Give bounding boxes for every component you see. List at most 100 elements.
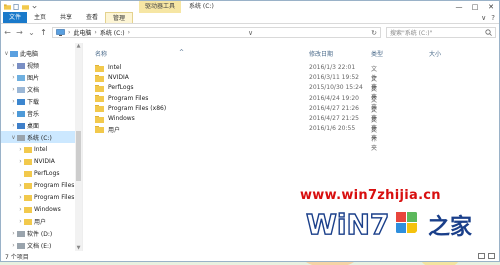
sidebar-item[interactable]: ∨ 系统 (C:) [1, 131, 75, 143]
sidebar-item[interactable]: › 下载 [1, 95, 75, 107]
up-button[interactable]: ↑ [40, 28, 47, 38]
sidebar-item[interactable]: PerfLogs [1, 167, 75, 179]
file-row[interactable]: Windows 2016/4/27 21:25 文件夹 [95, 114, 377, 142]
tab-file[interactable]: 文件 [3, 12, 27, 23]
chevron-down-icon[interactable]: ∨ [10, 134, 17, 141]
file-row[interactable]: PerfLogs 2015/10/30 15:24 文件夹 [95, 83, 377, 111]
sidebar-item-label: 用户 [34, 218, 47, 226]
chevron-down-icon[interactable]: ∨ [3, 50, 10, 57]
chevron-right-icon[interactable]: › [10, 62, 17, 69]
item-count: 7 个项目 [5, 254, 29, 261]
sidebar-item[interactable]: › Windows [1, 203, 75, 215]
breadcrumb-drive-c[interactable]: 系统 (C:) [100, 28, 125, 37]
chevron-right-icon[interactable]: › [10, 242, 17, 249]
chevron-right-icon[interactable]: › [17, 194, 24, 201]
sidebar-item[interactable]: › 文档 [1, 83, 75, 95]
maximize-button[interactable]: □ [467, 1, 483, 13]
ribbon-tabs: 文件 主页 共享 查看 管理 ∨ ? [1, 12, 499, 24]
minimize-button[interactable]: — [451, 1, 467, 13]
breadcrumb-separator-icon: › [127, 29, 131, 36]
window-controls: — □ ✕ [451, 1, 499, 13]
back-button[interactable]: ← [4, 28, 11, 38]
column-name[interactable]: 名称 [95, 49, 107, 58]
chevron-right-icon[interactable]: › [17, 206, 24, 213]
sidebar-item[interactable]: › 视频 [1, 59, 75, 71]
logo-win7-text: WiN7 [306, 208, 389, 241]
expand-ribbon-icon[interactable]: ∨ [481, 14, 486, 22]
windows-flag-icon [396, 212, 417, 233]
refresh-icon[interactable]: ↻ [371, 29, 377, 37]
tab-manage[interactable]: 管理 [105, 12, 134, 23]
large-icons-view-icon[interactable] [488, 253, 495, 259]
file-row[interactable]: Program Files 2016/4/24 19:20 文件夹 [95, 94, 377, 122]
folder-icon [24, 170, 32, 177]
tab-share[interactable]: 共享 [53, 12, 79, 23]
chevron-right-icon[interactable]: › [17, 218, 24, 225]
chevron-right-icon[interactable]: › [17, 158, 24, 165]
breadcrumb-separator-icon: › [68, 29, 71, 36]
sidebar-item[interactable]: › Program Files [1, 179, 75, 191]
chevron-right-icon[interactable]: › [10, 86, 17, 93]
folder-icon [95, 95, 104, 103]
sidebar-item[interactable]: › Program Files [1, 191, 75, 203]
video-folder-icon [17, 62, 25, 69]
sidebar-item-label: 系统 (C:) [27, 134, 52, 142]
sidebar-item[interactable]: › NVIDIA [1, 155, 75, 167]
navigation-pane: ∨ 此电脑 › 视频 › 图片 › 文档 › 下载 › 音乐 › 桌面 ∨ 系统 (C:) › Intel › NVI… [1, 43, 83, 251]
properties-icon[interactable] [13, 4, 20, 10]
scrollbar-thumb[interactable] [76, 131, 81, 181]
chevron-right-icon[interactable]: › [10, 230, 17, 237]
chevron-right-icon[interactable]: › [10, 110, 17, 117]
sidebar-item[interactable]: › 图片 [1, 71, 75, 83]
chevron-right-icon[interactable]: › [10, 74, 17, 81]
file-type: 文件夹 [371, 127, 378, 153]
folder-icon [95, 125, 104, 133]
close-button[interactable]: ✕ [483, 1, 499, 13]
file-row[interactable]: Intel 2016/1/3 22:01 文件夹 [95, 63, 377, 91]
tab-view[interactable]: 查看 [79, 12, 105, 23]
sidebar-item[interactable]: › 桌面 [1, 119, 75, 131]
win7zhijia-logo: WiN7 之家 [305, 206, 473, 242]
folder-icon [24, 206, 32, 213]
sidebar-item-label: PerfLogs [34, 169, 60, 177]
drive-icon [17, 134, 25, 141]
chevron-right-icon[interactable]: › [10, 122, 17, 129]
navigation-pane-scrollbar[interactable]: ▲ ▼ [75, 43, 82, 251]
computer-icon [56, 29, 65, 36]
column-type[interactable]: 类型 [371, 49, 383, 58]
tab-home[interactable]: 主页 [27, 12, 53, 23]
sidebar-item[interactable]: › 用户 [1, 215, 75, 227]
sidebar-item[interactable]: ∨ 此电脑 [1, 47, 75, 59]
folder-icon [24, 218, 32, 225]
file-name: Windows [108, 115, 135, 122]
file-row[interactable]: NVIDIA 2016/3/11 19:52 文件夹 [95, 73, 377, 101]
new-folder-icon[interactable] [22, 4, 29, 10]
search-input[interactable]: 搜索"系统 (C:)" [390, 28, 485, 37]
chevron-right-icon[interactable]: › [17, 182, 24, 189]
computer-icon [10, 50, 18, 57]
file-row[interactable]: 用户 2016/1/6 20:55 文件夹 [95, 124, 377, 152]
chevron-right-icon[interactable]: › [17, 146, 24, 153]
sidebar-item[interactable]: › 软件 (D:) [1, 227, 75, 239]
breadcrumb-this-pc[interactable]: 此电脑 [73, 28, 91, 37]
search-icon [485, 29, 492, 36]
file-date-modified: 2016/4/24 19:20 [309, 94, 359, 102]
sidebar-item[interactable]: › Intel [1, 143, 75, 155]
column-date-modified[interactable]: 修改日期 [309, 49, 333, 58]
sidebar-item[interactable]: › 音乐 [1, 107, 75, 119]
folder-icon [24, 146, 32, 153]
customize-toolbar-icon[interactable] [31, 4, 38, 10]
recent-locations-button[interactable]: ⌄ [28, 28, 35, 38]
scroll-up-icon[interactable]: ▲ [75, 43, 82, 49]
address-bar[interactable]: › 此电脑 › 系统 (C:) › ∨ ↻ [52, 27, 381, 38]
search-box[interactable]: 搜索"系统 (C:)" [386, 27, 496, 38]
chevron-right-icon[interactable]: › [10, 98, 17, 105]
help-icon[interactable]: ? [491, 14, 495, 22]
details-view-icon[interactable] [478, 253, 485, 259]
address-dropdown-icon[interactable]: ∨ [248, 29, 253, 37]
forward-button[interactable]: → [16, 28, 23, 38]
sidebar-item-label: 此电脑 [20, 50, 39, 58]
sidebar-item[interactable]: › 文档 (E:) [1, 239, 75, 251]
column-size[interactable]: 大小 [429, 49, 441, 58]
file-row[interactable]: Program Files (x86) 2016/4/27 21:26 文件夹 [95, 104, 377, 132]
